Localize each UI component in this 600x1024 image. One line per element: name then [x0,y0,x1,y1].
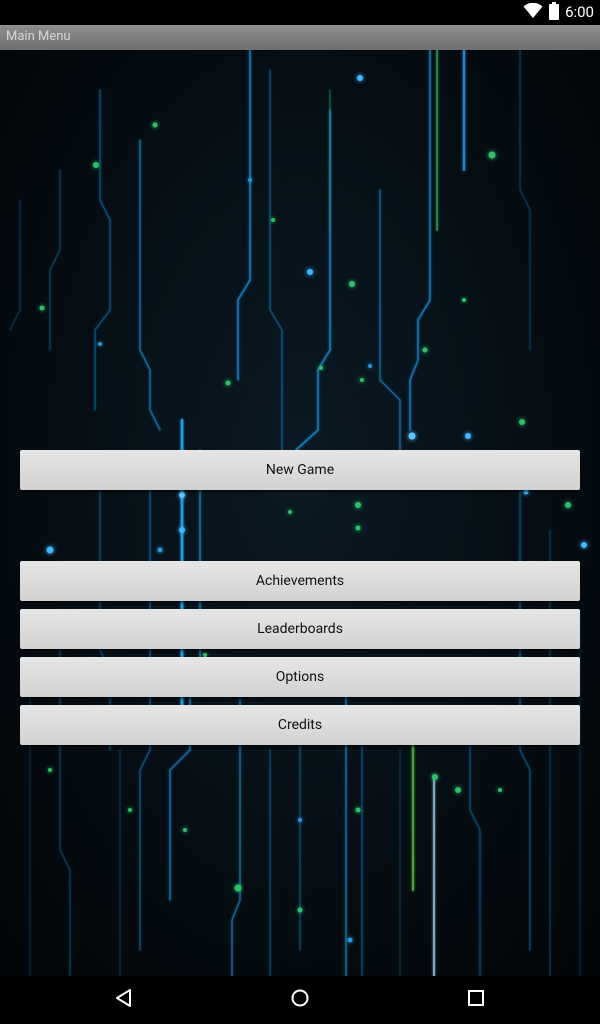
recents-button[interactable] [436,976,516,1024]
status-icons: 6:00 [523,1,594,24]
new-game-button[interactable]: New Game [20,450,580,490]
back-icon [114,988,134,1012]
battery-icon [549,1,560,24]
home-button[interactable] [260,976,340,1024]
options-button[interactable]: Options [20,657,580,697]
credits-button[interactable]: Credits [20,705,580,745]
achievements-button[interactable]: Achievements [20,561,580,601]
page-title: Main Menu [6,29,71,44]
recents-icon [467,989,485,1011]
screen: 6:00 Main Menu New Game Achievements Lea… [0,0,600,1024]
back-button[interactable] [84,976,164,1024]
status-time: 6:00 [565,3,594,21]
title-bar: Main Menu [0,25,600,50]
leaderboards-button[interactable]: Leaderboards [20,609,580,649]
wifi-icon [523,2,543,23]
home-icon [290,988,310,1012]
circuit-pattern-image [9,50,587,976]
navigation-bar [0,976,600,1024]
circuit-background [0,50,600,976]
status-bar: 6:00 [0,0,600,25]
